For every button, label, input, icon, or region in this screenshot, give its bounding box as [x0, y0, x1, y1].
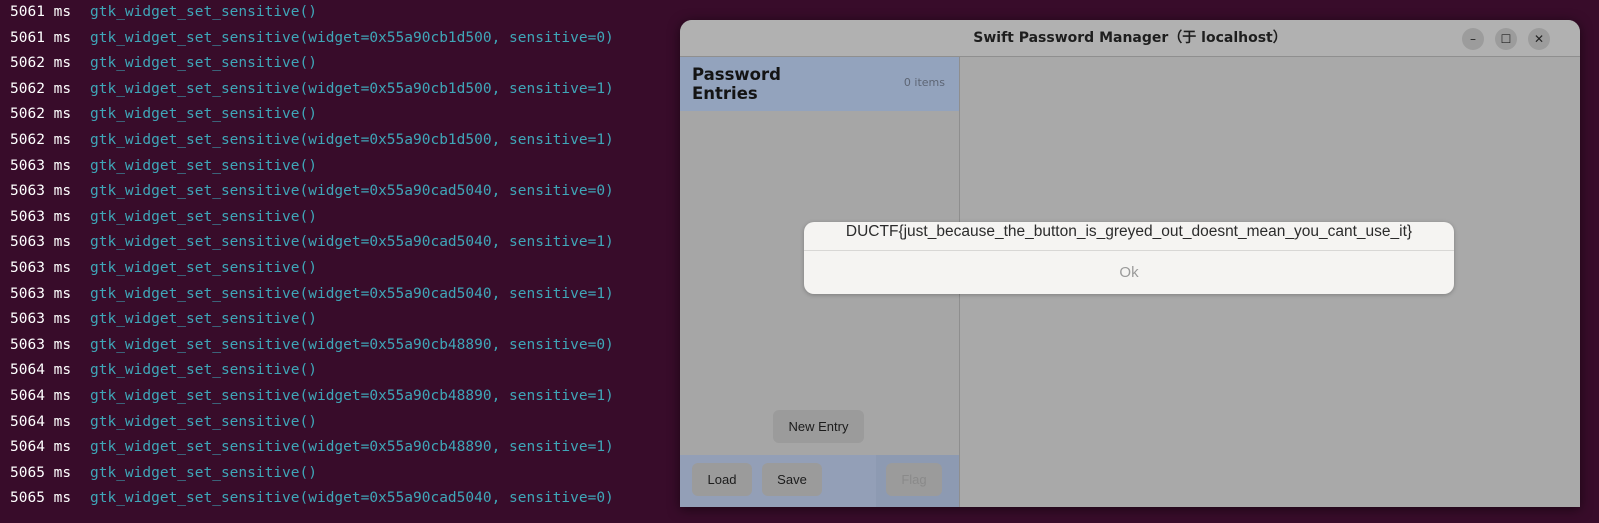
new-entry-button[interactable]: New Entry [773, 410, 864, 443]
timestamp: 5063 ms [10, 285, 72, 302]
sidebar-title: Password Entries [692, 65, 781, 103]
timestamp: 5063 ms [10, 234, 72, 251]
terminal-line: 5061 ms gtk_widget_set_sensitive(widget=0… [10, 25, 614, 51]
timestamp: 5063 ms [10, 260, 72, 276]
terminal-line: 5065 ms gtk_widget_set_sensitive(widget=0… [10, 485, 614, 511]
function-call: gtk_widget_set_sensitive(widget=0x55a90c… [90, 183, 614, 200]
timestamp: 5063 ms [10, 157, 72, 174]
terminal-output: 5061 ms gtk_widget_set_sensitive() 5061 ms… [0, 0, 680, 523]
function-call: gtk_widget_set_sensitive() [90, 464, 317, 481]
function-call: gtk_widget_set_sensitive() [90, 4, 317, 20]
function-call: gtk_widget_set_sensitive(widget=0x55a90c… [90, 80, 614, 97]
timestamp: 5062 ms [10, 55, 72, 72]
function-call: gtk_widget_set_sensitive() [90, 260, 317, 276]
timestamp: 5061 ms [10, 29, 72, 46]
timestamp: 5064 ms [10, 439, 72, 456]
entry-count: 0 items [903, 76, 945, 89]
load-button[interactable]: Load [692, 463, 752, 496]
terminal-line: 5062 ms gtk_widget_set_sensitive(widget=0… [10, 76, 614, 102]
timestamp: 5065 ms [10, 464, 72, 481]
terminal-line: 5065 ms gtk_widget_set_sensitive() [10, 460, 317, 486]
terminal-line: 5062 ms gtk_widget_set_sensitive(widget=0… [10, 127, 614, 153]
function-call: gtk_widget_set_sensitive(widget=0x55a90c… [90, 285, 614, 302]
terminal-line: 5063 ms gtk_widget_set_sensitive() [10, 306, 317, 332]
terminal-line: 5063 ms gtk_widget_set_sensitive(widget=0… [10, 229, 614, 255]
function-call: gtk_widget_set_sensitive() [90, 311, 317, 328]
terminal-line: 5064 ms gtk_widget_set_sensitive(widget=0… [10, 434, 614, 460]
function-call: gtk_widget_set_sensitive() [90, 413, 317, 430]
function-call: gtk_widget_set_sensitive(widget=0x55a90c… [90, 388, 614, 404]
message-dialog: DUCTF{just_because_the_button_is_greyed_… [804, 222, 1454, 294]
function-call: gtk_widget_set_sensitive(widget=0x55a90c… [90, 336, 614, 353]
timestamp: 5062 ms [10, 80, 72, 97]
close-icon[interactable]: ✕ [1528, 28, 1550, 50]
function-call: gtk_widget_set_sensitive(widget=0x55a90c… [90, 490, 614, 507]
function-call: gtk_widget_set_sensitive() [90, 157, 317, 174]
sidebar-footer: Load Save Flag [680, 455, 959, 507]
terminal-line: 5062 ms gtk_widget_set_sensitive() [10, 101, 317, 127]
function-call: gtk_widget_set_sensitive(widget=0x55a90c… [90, 29, 614, 46]
timestamp: 5064 ms [10, 413, 72, 430]
timestamp: 5064 ms [10, 362, 72, 379]
function-call: gtk_widget_set_sensitive(widget=0x55a90c… [90, 132, 614, 148]
terminal-line: 5063 ms gtk_widget_set_sensitive(widget=0… [10, 332, 614, 358]
timestamp: 5064 ms [10, 388, 72, 404]
timestamp: 5062 ms [10, 106, 72, 123]
terminal-line: 5063 ms gtk_widget_set_sensitive() [10, 204, 317, 230]
function-call: gtk_widget_set_sensitive() [90, 106, 317, 123]
timestamp: 5062 ms [10, 132, 72, 148]
timestamp: 5063 ms [10, 208, 72, 225]
save-button[interactable]: Save [762, 463, 822, 496]
flag-button[interactable]: Flag [886, 463, 942, 496]
terminal-line: 5063 ms gtk_widget_set_sensitive(widget=0… [10, 281, 614, 307]
terminal-line: 5061 ms gtk_widget_set_sensitive() [10, 0, 317, 25]
flag-zone: Flag [876, 455, 959, 507]
ok-button[interactable]: Ok [804, 251, 1454, 294]
maximize-icon[interactable]: ☐ [1495, 28, 1517, 50]
window-title: Swift Password Manager（于 localhost） [973, 30, 1287, 46]
function-call: gtk_widget_set_sensitive(widget=0x55a90c… [90, 439, 614, 456]
timestamp: 5063 ms [10, 311, 72, 328]
function-call: gtk_widget_set_sensitive(widget=0x55a90c… [90, 234, 614, 251]
terminal-line: 5064 ms gtk_widget_set_sensitive() [10, 409, 317, 435]
timestamp: 5061 ms [10, 4, 72, 20]
title-bar[interactable]: Swift Password Manager（于 localhost） – ☐ … [680, 20, 1580, 57]
sidebar-header: Password Entries 0 items [680, 57, 959, 111]
minimize-icon[interactable]: – [1462, 28, 1484, 50]
terminal-line: 5063 ms gtk_widget_set_sensitive() [10, 255, 317, 281]
function-call: gtk_widget_set_sensitive() [90, 362, 317, 379]
timestamp: 5063 ms [10, 336, 72, 353]
terminal-line: 5063 ms gtk_widget_set_sensitive() [10, 153, 317, 179]
timestamp: 5065 ms [10, 490, 72, 507]
dialog-message: DUCTF{just_because_the_button_is_greyed_… [845, 223, 1413, 240]
terminal-line: 5063 ms gtk_widget_set_sensitive(widget=0… [10, 178, 614, 204]
function-call: gtk_widget_set_sensitive() [90, 55, 317, 72]
timestamp: 5063 ms [10, 183, 72, 200]
terminal-line: 5062 ms gtk_widget_set_sensitive() [10, 50, 317, 76]
function-call: gtk_widget_set_sensitive() [90, 208, 317, 225]
terminal-line: 5064 ms gtk_widget_set_sensitive() [10, 357, 317, 383]
terminal-line: 5064 ms gtk_widget_set_sensitive(widget=0… [10, 383, 614, 409]
